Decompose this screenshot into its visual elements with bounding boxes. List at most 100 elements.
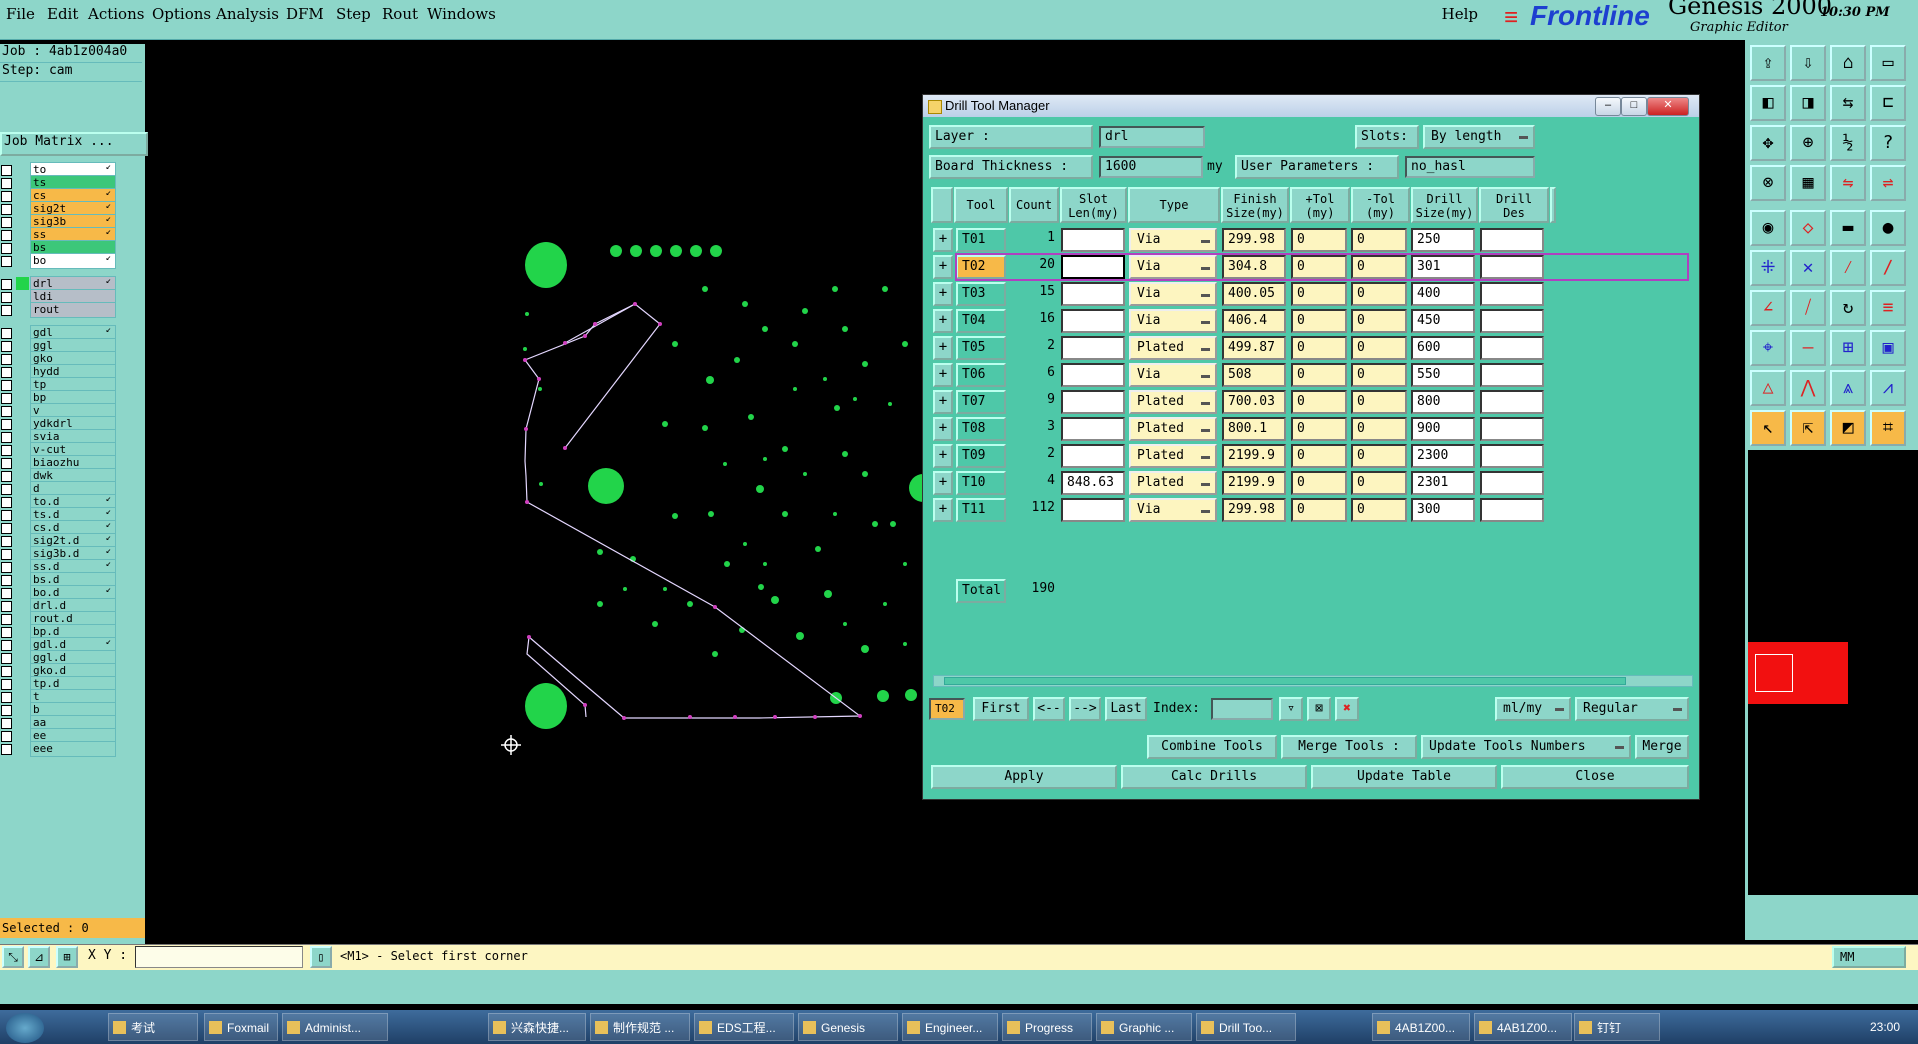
drill-des-input[interactable] — [1480, 336, 1544, 360]
taskbar-item[interactable]: 4AB1Z00... — [1372, 1013, 1470, 1041]
slot-len-input[interactable] — [1061, 282, 1125, 306]
tool-tri1-icon[interactable]: △ — [1750, 370, 1786, 406]
table-row[interactable]: + T09 2 Plated 2199.9 0 0 2300 — [931, 442, 1689, 469]
slot-len-input[interactable] — [1061, 228, 1125, 252]
slot-len-input[interactable] — [1061, 336, 1125, 360]
plus-tol-input[interactable]: 0 — [1291, 444, 1347, 468]
layer-checkbox[interactable] — [1, 744, 12, 755]
merge-button[interactable]: Merge — [1635, 735, 1689, 759]
taskbar-item[interactable]: Foxmail — [204, 1013, 278, 1041]
tool-tri2-icon[interactable]: ⋀ — [1790, 370, 1826, 406]
taskbar-item[interactable]: EDS工程... — [694, 1013, 794, 1041]
filter-icon[interactable]: ▿ — [1279, 697, 1303, 721]
plus-tol-input[interactable]: 0 — [1291, 282, 1347, 306]
drill-des-input[interactable] — [1480, 309, 1544, 333]
finish-size-input[interactable]: 299.98 — [1222, 498, 1286, 522]
tool-layer-prev-icon[interactable]: ◧ — [1750, 85, 1786, 121]
table-row[interactable]: + T06 6 Via 508 0 0 550 — [931, 361, 1689, 388]
minimize-icon[interactable]: – — [1595, 97, 1621, 116]
table-row[interactable]: + T01 1 Via 299.98 0 0 250 — [931, 226, 1689, 253]
tool-home-icon[interactable]: ⌂ — [1830, 45, 1866, 81]
plus-tol-input[interactable]: 0 — [1291, 417, 1347, 441]
tool-export-icon[interactable]: ⇩ — [1790, 45, 1826, 81]
tool-pointer-select-icon[interactable]: ⇱ — [1790, 410, 1826, 446]
drill-des-input[interactable] — [1480, 498, 1544, 522]
table-row[interactable]: + T07 9 Plated 700.03 0 0 800 — [931, 388, 1689, 415]
menu-step[interactable]: Step — [336, 5, 371, 23]
plus-tol-input[interactable]: 0 — [1291, 309, 1347, 333]
tool-dot-icon[interactable]: ● — [1870, 210, 1906, 246]
drill-des-input[interactable] — [1480, 471, 1544, 495]
delete-icon[interactable]: ✖ — [1335, 697, 1359, 721]
slots-select[interactable]: By length — [1423, 125, 1535, 149]
finish-size-input[interactable]: 499.87 — [1222, 336, 1286, 360]
index-field[interactable] — [1211, 698, 1273, 720]
tool-zoom-icon[interactable]: ⊕ — [1790, 125, 1826, 161]
status-info-icon[interactable]: ▯ — [310, 946, 332, 968]
minus-tol-input[interactable]: 0 — [1351, 282, 1407, 306]
layer-item[interactable]: rout — [0, 302, 116, 318]
tool-node-icon[interactable]: ⌖ — [1750, 330, 1786, 366]
type-select[interactable]: Via — [1129, 363, 1217, 387]
menu-windows[interactable]: Windows — [427, 5, 496, 23]
scrollbar-thumb[interactable] — [944, 677, 1626, 685]
tool-slash-icon[interactable]: ⧸ — [1790, 290, 1826, 326]
expand-icon[interactable]: + — [933, 228, 953, 252]
table-row[interactable]: + T11 112 Via 299.98 0 0 300 — [931, 496, 1689, 523]
taskbar-item[interactable]: Administ... — [282, 1013, 388, 1041]
tool-cell[interactable]: T01 — [956, 228, 1006, 252]
minus-tol-input[interactable]: 0 — [1351, 336, 1407, 360]
expand-icon[interactable]: + — [933, 255, 953, 279]
apply-button[interactable]: Apply — [931, 765, 1117, 789]
header-slot-len[interactable]: Slot Len(my) — [1060, 187, 1127, 223]
layer-color-swatch[interactable] — [16, 254, 29, 267]
taskbar-item[interactable]: Drill Too... — [1196, 1013, 1296, 1041]
table-row[interactable]: + T04 16 Via 406.4 0 0 450 — [931, 307, 1689, 334]
header-drill-des[interactable]: Drill Des — [1479, 187, 1549, 223]
tool-cell[interactable]: T11 — [956, 498, 1006, 522]
layer-checkbox[interactable] — [1, 256, 12, 267]
tool-window-icon[interactable]: ▭ — [1870, 45, 1906, 81]
minus-tol-input[interactable]: 0 — [1351, 228, 1407, 252]
slot-len-input[interactable]: 848.63 — [1061, 471, 1125, 495]
drill-des-input[interactable] — [1480, 363, 1544, 387]
slot-len-input[interactable] — [1061, 417, 1125, 441]
menu-edit[interactable]: Edit — [47, 5, 78, 23]
menu-file[interactable]: File — [6, 5, 35, 23]
update-tools-numbers-select[interactable]: Update Tools Numbers — [1421, 735, 1631, 759]
table-row[interactable]: + T10 4 848.63 Plated 2199.9 0 0 2301 — [931, 469, 1689, 496]
combine-tools-button[interactable]: Combine Tools — [1147, 735, 1277, 759]
drill-des-input[interactable] — [1480, 228, 1544, 252]
slot-len-input[interactable] — [1061, 444, 1125, 468]
type-select[interactable]: Plated — [1129, 336, 1217, 360]
menu-help[interactable]: Help — [1442, 5, 1478, 23]
type-select[interactable]: Plated — [1129, 471, 1217, 495]
tool-cell[interactable]: T09 — [956, 444, 1006, 468]
minus-tol-input[interactable]: 0 — [1351, 471, 1407, 495]
units-dropdown[interactable]: MM — [1832, 946, 1906, 968]
slot-len-input[interactable] — [1061, 498, 1125, 522]
expand-icon[interactable]: + — [933, 498, 953, 522]
drill-des-input[interactable] — [1480, 444, 1544, 468]
drill-size-input[interactable]: 2300 — [1411, 444, 1475, 468]
header-finish-size[interactable]: Finish Size(my) — [1221, 187, 1289, 223]
type-select[interactable]: Via — [1129, 228, 1217, 252]
tool-measure-icon[interactable]: ⇋ — [1830, 165, 1866, 201]
type-select[interactable]: Plated — [1129, 444, 1217, 468]
minus-tol-input[interactable]: 0 — [1351, 309, 1407, 333]
header-tool[interactable]: Tool — [954, 187, 1008, 223]
layer-color-swatch[interactable] — [16, 742, 29, 755]
type-select[interactable]: Plated — [1129, 390, 1217, 414]
table-row[interactable]: + T08 3 Plated 800.1 0 0 900 — [931, 415, 1689, 442]
horizontal-scrollbar[interactable] — [933, 675, 1693, 687]
update-table-button[interactable]: Update Table — [1311, 765, 1497, 789]
drill-des-input[interactable] — [1480, 417, 1544, 441]
drill-size-input[interactable]: 550 — [1411, 363, 1475, 387]
xy-input[interactable] — [135, 946, 303, 968]
finish-size-input[interactable]: 800.1 — [1222, 417, 1286, 441]
tool-box-icon[interactable]: ⊞ — [1830, 330, 1866, 366]
drill-size-input[interactable]: 600 — [1411, 336, 1475, 360]
finish-size-input[interactable]: 299.98 — [1222, 228, 1286, 252]
tool-polygon-icon[interactable]: ◇ — [1790, 210, 1826, 246]
slot-len-input[interactable] — [1061, 309, 1125, 333]
